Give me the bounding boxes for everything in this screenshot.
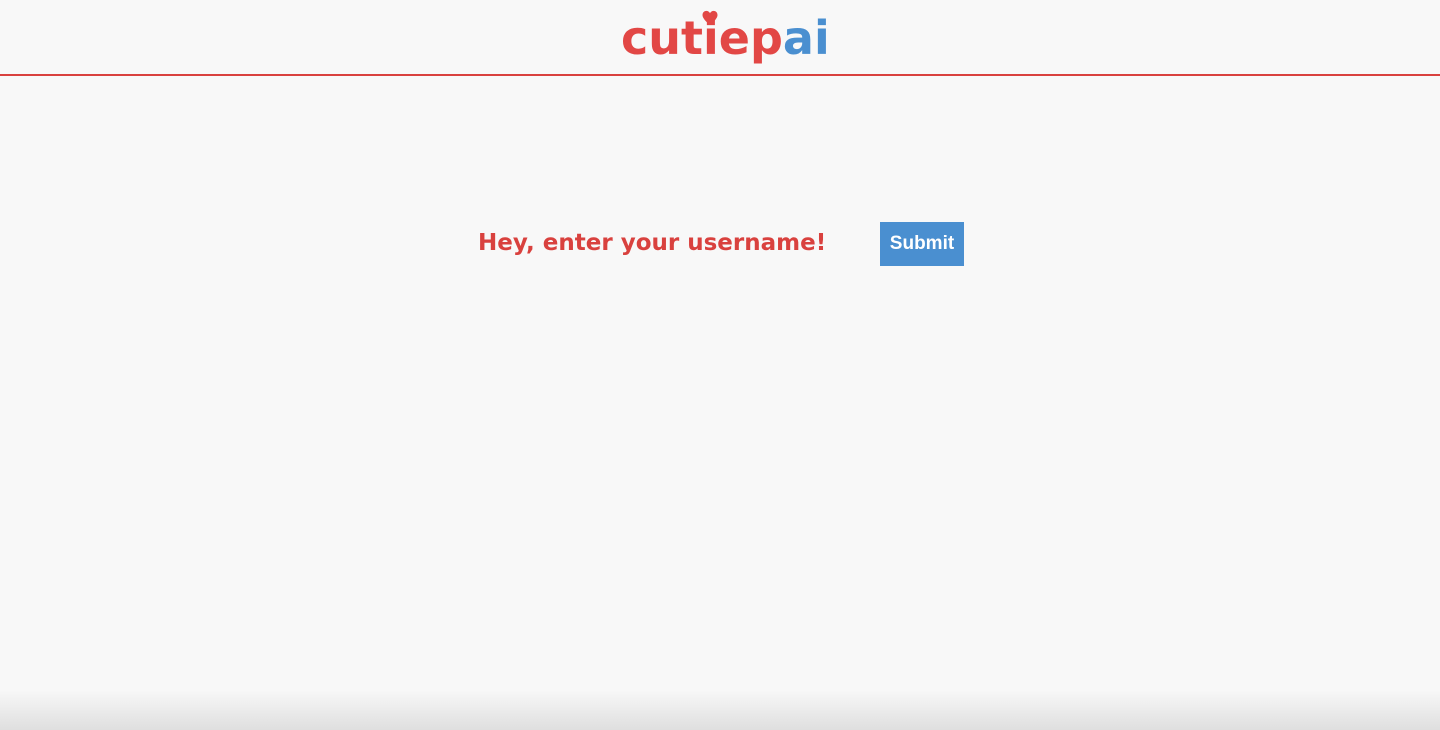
main-content: Hey, enter your username! Submit: [0, 78, 1440, 730]
heart-icon: [702, 10, 718, 25]
username-input[interactable]: [790, 222, 874, 268]
username-prompt: Hey, enter your username!: [478, 230, 827, 256]
logo-text-ai: ai: [782, 11, 830, 65]
submit-button[interactable]: Submit: [880, 222, 964, 266]
top-header: cutiepai: [0, 0, 1440, 76]
brand-logo[interactable]: cutiepai: [621, 4, 830, 72]
